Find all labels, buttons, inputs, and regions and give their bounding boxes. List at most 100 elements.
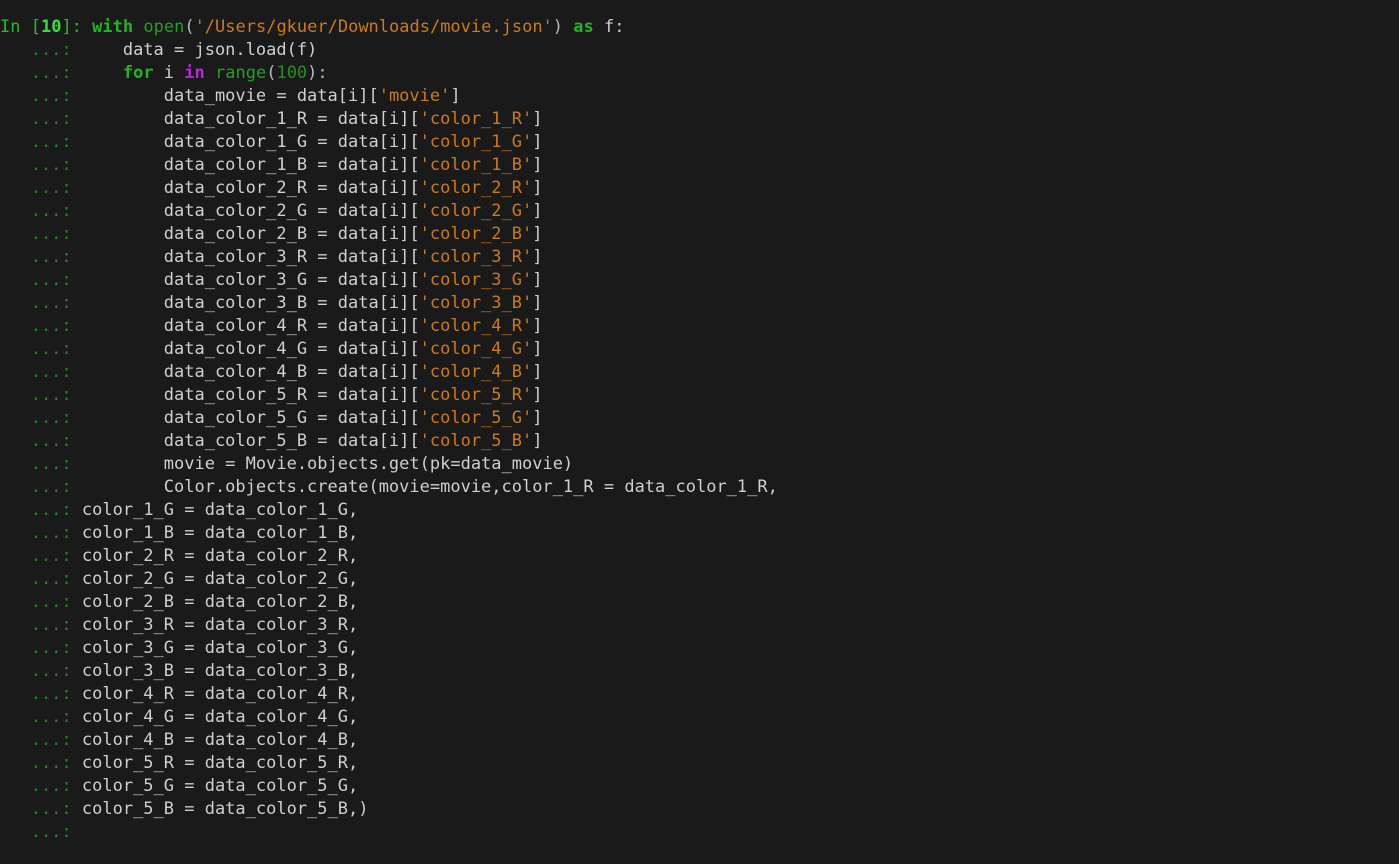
prompt-continuation: ...: <box>0 178 82 198</box>
prompt-continuation: ...: <box>0 385 82 405</box>
code-token: data_color_5_G = data[i][ <box>81 408 420 428</box>
prompt-in-number: 10 <box>40 17 62 37</box>
code-token: data_color_2_G = data[i][ <box>81 201 420 221</box>
code-token: ] <box>532 224 543 244</box>
code-token: ] <box>532 178 543 198</box>
code-token: 'color_4_R' <box>419 316 533 336</box>
code-token: color_3_B = data_color_3_B, <box>81 661 359 681</box>
prompt-continuation: ...: <box>0 776 82 796</box>
console-line: ...: data_color_5_R = data[i]['color_5_R… <box>0 384 1399 407</box>
prompt-continuation: ...: <box>0 730 82 750</box>
console-line: ...: data_color_4_G = data[i]['color_4_G… <box>0 338 1399 361</box>
console-line: ...: color_5_B = data_color_5_B,) <box>0 798 1399 821</box>
code-token: 'color_2_R' <box>419 178 533 198</box>
prompt-continuation: ...: <box>0 293 82 313</box>
code-token: data_color_3_B = data[i][ <box>81 293 420 313</box>
console-line: ...: color_2_R = data_color_2_R, <box>0 545 1399 568</box>
prompt-continuation: ...: <box>0 362 82 382</box>
code-token: for <box>122 63 154 83</box>
code-token: ( <box>184 17 195 37</box>
code-token: 'color_3_G' <box>419 270 533 290</box>
prompt-in-close: ]: <box>61 17 93 37</box>
code-token: ] <box>532 270 543 290</box>
code-token: in <box>184 63 205 83</box>
prompt-continuation: ...: <box>0 63 82 83</box>
console-line: ...: data_color_5_G = data[i]['color_5_G… <box>0 407 1399 430</box>
code-token: ] <box>532 408 543 428</box>
code-token: data_color_1_B = data[i][ <box>81 155 420 175</box>
console-line: ...: color_1_B = data_color_1_B, <box>0 522 1399 545</box>
code-token: color_3_R = data_color_3_R, <box>81 615 359 635</box>
code-token: ] <box>532 247 543 267</box>
code-token: ] <box>532 132 543 152</box>
code-token: color_5_B = data_color_5_B,) <box>81 799 369 819</box>
code-token: data_color_3_G = data[i][ <box>81 270 420 290</box>
prompt-continuation: ...: <box>0 339 82 359</box>
console-line: ...: color_3_B = data_color_3_B, <box>0 660 1399 683</box>
console-line: ...: <box>0 821 1399 844</box>
code-token: color_4_B = data_color_4_B, <box>81 730 359 750</box>
prompt-continuation: ...: <box>0 132 82 152</box>
code-token: ] <box>532 155 543 175</box>
console-line: ...: data_color_4_B = data[i]['color_4_B… <box>0 361 1399 384</box>
prompt-in-label: In [ <box>0 17 41 37</box>
console-line: ...: data_color_4_R = data[i]['color_4_R… <box>0 315 1399 338</box>
code-token: 'movie' <box>378 86 451 106</box>
console-line: ...: data_color_3_R = data[i]['color_3_R… <box>0 246 1399 269</box>
console-line: ...: color_2_B = data_color_2_B, <box>0 591 1399 614</box>
prompt-continuation: ...: <box>0 408 82 428</box>
code-token: ] <box>532 316 543 336</box>
prompt-continuation: ...: <box>0 454 82 474</box>
console-output-lines: In [10]: with open('/Users/gkuer/Downloa… <box>0 16 1399 844</box>
code-token: ): <box>307 63 328 83</box>
code-token: range <box>215 63 267 83</box>
code-token: 'color_1_B' <box>419 155 533 175</box>
code-token: data_color_4_B = data[i][ <box>81 362 420 382</box>
code-token: ] <box>532 385 543 405</box>
code-token: color_1_G = data_color_1_G, <box>81 500 359 520</box>
code-token: i <box>153 63 185 83</box>
code-token: ] <box>532 109 543 129</box>
prompt-continuation: ...: <box>0 477 82 497</box>
code-token: data = json.load(f) <box>81 40 318 60</box>
prompt-continuation: ...: <box>0 638 82 658</box>
prompt-continuation: ...: <box>0 247 82 267</box>
code-token: ] <box>532 201 543 221</box>
code-token: color_4_R = data_color_4_R, <box>81 684 359 704</box>
code-token: with <box>92 17 134 37</box>
console-line: ...: data_color_1_B = data[i]['color_1_B… <box>0 154 1399 177</box>
code-token: data_color_2_R = data[i][ <box>81 178 420 198</box>
prompt-continuation: ...: <box>0 40 82 60</box>
prompt-continuation: ...: <box>0 224 82 244</box>
code-token: 'color_5_B' <box>419 431 533 451</box>
code-token: color_2_R = data_color_2_R, <box>81 546 359 566</box>
code-token: ] <box>532 339 543 359</box>
code-token: as <box>573 17 594 37</box>
console-line: ...: for i in range(100): <box>0 62 1399 85</box>
code-token: color_3_G = data_color_3_G, <box>81 638 359 658</box>
console-line: ...: data_color_1_G = data[i]['color_1_G… <box>0 131 1399 154</box>
prompt-continuation: ...: <box>0 822 82 842</box>
code-token: movie = Movie.objects.get(pk=data_movie) <box>81 454 574 474</box>
console-line: ...: data_color_5_B = data[i]['color_5_B… <box>0 430 1399 453</box>
prompt-continuation: ...: <box>0 523 82 543</box>
code-token: Color.objects.create(movie=movie,color_1… <box>81 477 778 497</box>
code-token: color_5_R = data_color_5_R, <box>81 753 359 773</box>
prompt-continuation: ...: <box>0 753 82 773</box>
code-token: 'color_4_G' <box>419 339 533 359</box>
code-token: open <box>143 17 185 37</box>
code-token: color_1_B = data_color_1_B, <box>81 523 359 543</box>
console-line: ...: color_3_G = data_color_3_G, <box>0 637 1399 660</box>
prompt-continuation: ...: <box>0 661 82 681</box>
console-line: ...: color_4_R = data_color_4_R, <box>0 683 1399 706</box>
code-token: color_2_B = data_color_2_B, <box>81 592 359 612</box>
console-line: ...: data_movie = data[i]['movie'] <box>0 85 1399 108</box>
terminal-console[interactable]: In [10]: with open('/Users/gkuer/Downloa… <box>0 16 1399 864</box>
console-line: ...: data_color_3_B = data[i]['color_3_B… <box>0 292 1399 315</box>
prompt-continuation: ...: <box>0 109 82 129</box>
code-token: data_color_3_R = data[i][ <box>81 247 420 267</box>
console-line: ...: data_color_3_G = data[i]['color_3_G… <box>0 269 1399 292</box>
code-token: ] <box>532 362 543 382</box>
